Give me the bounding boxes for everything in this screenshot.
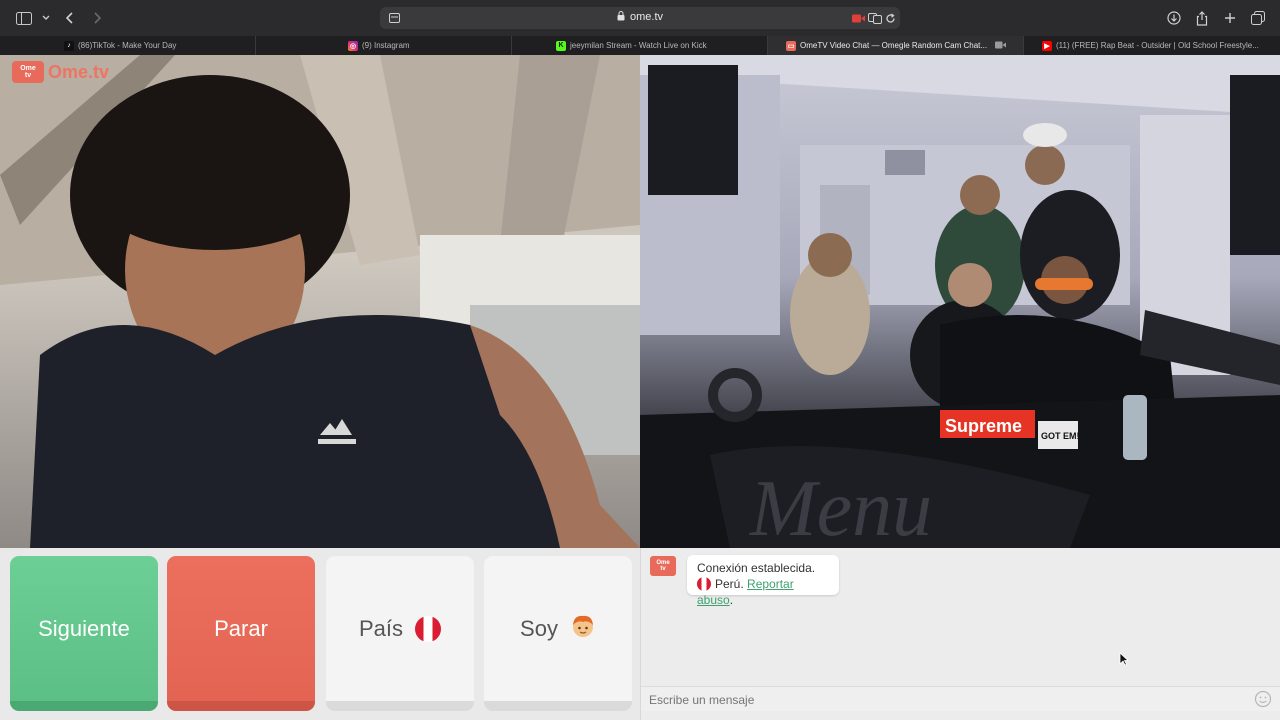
tiktok-icon: ♪ [64,40,74,51]
country-label: País [358,615,404,641]
supreme-text: Supreme [945,416,1022,436]
emoji-icon[interactable] [1254,690,1272,708]
browser-toolbar: ome.tv [0,0,1280,36]
url-text: ome.tv [380,11,900,23]
gotem-text: GOT EM! [1041,431,1080,441]
system-message: Conexión establecida. Perú. Reportar abu… [687,555,839,607]
instagram-icon: ◎ [348,40,358,51]
download-icon[interactable] [1164,8,1184,28]
tab-label: (86)TikTok - Make Your Day [78,41,177,50]
connection-status: Conexión establecida. [697,561,816,575]
reload-icon[interactable] [880,8,900,28]
share-icon[interactable] [1192,8,1212,28]
next-button[interactable]: Siguiente [10,556,158,711]
report-period: . [729,593,734,607]
tab-ometv[interactable]: ▭ OmeTV Video Chat — Omegle Random Cam C… [768,36,1024,55]
ometv-icon: ▭ [786,40,796,51]
camera-icon [995,41,1007,51]
mouse-cursor-icon [1119,652,1129,666]
lock-icon [617,11,630,23]
kick-icon: K [556,40,566,51]
ometv-chat-avatar-icon: Ome tv [650,556,676,576]
gender-button[interactable]: Soy [484,556,632,711]
new-tab-icon[interactable] [1220,8,1240,28]
peru-flag-icon [697,577,711,591]
tab-instagram[interactable]: ◎ (9) Instagram [256,36,512,55]
next-label: Siguiente [38,615,130,641]
youtube-icon: ▶ [1042,40,1052,51]
tab-overview-icon[interactable] [1248,8,1268,28]
tab-label: (11) (FREE) Rap Beat - Outsider | Old Sc… [1056,41,1259,50]
logo-text: Ome.tv [48,61,110,82]
tab-youtube[interactable]: ▶ (11) (FREE) Rap Beat - Outsider | Old … [1024,36,1280,55]
table-script-text: Menu [749,465,932,548]
peru-flag-icon [415,615,442,642]
tab-label: (9) Instagram [362,41,410,50]
self-video: Ome tv Ome.tv [0,55,640,548]
country-name: Perú. [715,577,744,591]
message-input-area [641,686,1280,711]
tab-kick[interactable]: K jeeymilan Stream - Watch Live on Kick [512,36,768,55]
address-bar[interactable]: ome.tv [380,7,900,29]
forward-icon[interactable] [87,8,107,28]
stop-button[interactable]: Parar [167,556,315,711]
tab-label: jeeymilan Stream - Watch Live on Kick [570,41,707,50]
tab-tiktok[interactable]: ♪ (86)TikTok - Make Your Day [54,36,256,55]
tab-bar: ♪ (86)TikTok - Make Your Day ◎ (9) Insta… [0,36,1280,55]
country-button[interactable]: País [326,556,474,711]
stranger-video-scene: Menu Supreme GOT EM! [640,55,1280,548]
chevron-down-icon[interactable] [36,8,56,28]
back-icon[interactable] [60,8,80,28]
ometv-logo-icon: Ome tv [12,61,44,83]
chat-controls: Siguiente Parar País Soy [0,548,640,720]
message-input[interactable] [649,691,1229,708]
boy-emoji-icon [570,613,596,645]
gender-label: Soy [520,615,558,641]
tab-label: OmeTV Video Chat — Omegle Random Cam Cha… [800,41,988,50]
report-abuse-link[interactable]: Reportar abuso [697,577,794,607]
country-line: Perú. Reportar abuso. [697,576,829,608]
chat-panel: Ome tv Conexión establecida. Perú. Report… [640,548,1280,720]
stranger-video: Menu Supreme GOT EM! [640,55,1280,548]
ometv-logo[interactable]: Ome tv Ome.tv [12,61,109,83]
self-video-scene [0,55,640,548]
stop-label: Parar [214,615,268,641]
sidebar-toggle-icon[interactable] [14,8,34,28]
